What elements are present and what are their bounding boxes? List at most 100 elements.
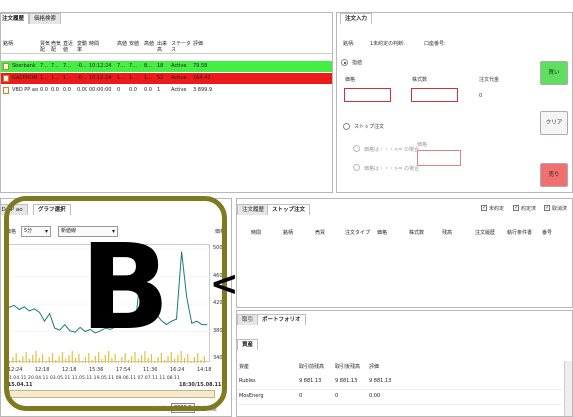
orders-column-header[interactable]: 売買 xyxy=(315,230,325,236)
account-label: 銘柄: xyxy=(343,41,355,47)
orders-column-header[interactable]: 残高 xyxy=(442,230,452,236)
limit-label: 指値 xyxy=(352,60,363,66)
account-value: 1未約定の判断: xyxy=(370,41,405,47)
portfolio-column-header[interactable]: 資産 xyxy=(239,364,249,370)
portfolio-cell: 0.00 xyxy=(369,393,381,399)
quotes-column-header[interactable]: 銘柄 xyxy=(3,41,40,47)
quotes-cell: 0.0 xyxy=(51,87,59,93)
orders-pane: 注文履歴 ストップ注文 ✓ 未約定 ✓ 約定済 ✓ 取消済 時間 銘柄 売買 注文タイ… xyxy=(236,198,573,308)
orders-header-row: 時間 銘柄 売買 注文タイプ 価格 株式数 残高 注文履歴 執行条件書 番号 xyxy=(237,230,572,240)
portfolio-cell: 9 881.13 xyxy=(335,378,358,384)
quotes-cell: 00:00:00 xyxy=(89,87,112,93)
quotes-row[interactable]: GAZPROM ao1...1...1...-0...10:12:241...1… xyxy=(1,73,332,84)
stop-cond1-radio[interactable] xyxy=(353,145,360,152)
portfolio-row[interactable]: Rubles 9 881.13 9 881.13 9 881.13 xyxy=(237,376,562,390)
buy-button[interactable]: 買い xyxy=(540,61,568,85)
cancelled-label: 取消済 xyxy=(552,206,568,212)
quotes-cell: 8... xyxy=(144,63,152,69)
symbol-icon xyxy=(3,87,9,94)
tab-price-search[interactable]: 価格検索 xyxy=(29,13,62,24)
orders-column-header[interactable]: 銘柄 xyxy=(283,230,293,236)
quotes-column-header[interactable]: 売気配 xyxy=(51,41,63,53)
cancelled-checkbox[interactable]: ✓ xyxy=(544,205,550,211)
quotes-cell: 18 xyxy=(157,63,164,69)
quotes-pane: 注文履歴 価格検索 銘柄 買気配 売気配 直近値 変動率 時間 高値 安値 高値 出来高 ステータス… xyxy=(0,12,333,193)
orders-column-header[interactable]: 番号 xyxy=(542,230,552,236)
unfilled-checkbox[interactable]: ✓ xyxy=(481,205,487,211)
quotes-cell: 79.58 xyxy=(193,63,208,69)
quotes-row[interactable]: VBD PP ao0.00.00.00.0000:00:0000.00.01Ac… xyxy=(1,85,332,96)
limit-radio[interactable] xyxy=(341,59,348,66)
quotes-column-header[interactable]: 買気配 xyxy=(40,41,51,53)
quantity-input[interactable] xyxy=(411,88,458,102)
quotes-column-header[interactable]: 評価 xyxy=(193,41,223,47)
price-label: 価格 xyxy=(345,77,356,83)
orders-column-header[interactable]: 注文履歴 xyxy=(475,230,495,236)
orders-column-header[interactable]: 価格 xyxy=(377,230,387,236)
quotes-cell: Active xyxy=(171,87,187,93)
quotes-cell: Sberbank xyxy=(12,63,36,69)
stop-cond2-label: 価格は・・・>= の場合 xyxy=(364,166,419,172)
portfolio-cell: 0 xyxy=(335,393,339,399)
orders-column-header[interactable]: 株式数 xyxy=(409,230,424,236)
orders-column-header[interactable]: 時間 xyxy=(251,230,261,236)
portfolio-cell: Rubles xyxy=(239,378,256,384)
quotes-column-header[interactable]: 直近値 xyxy=(63,41,77,53)
quotes-header-row: 銘柄 買気配 売気配 直近値 変動率 時間 高値 安値 高値 出来高 ステータス 評価 xyxy=(1,40,332,54)
portfolio-row[interactable]: MosEnerg 0 0 0.00 xyxy=(237,391,562,405)
total-value: 0 xyxy=(479,93,483,99)
sell-button[interactable]: 売り xyxy=(540,163,568,187)
quotes-cell: 0 xyxy=(117,87,121,93)
quotes-cell: 0.0 xyxy=(40,87,48,93)
portfolio-column-header[interactable]: 評価 xyxy=(369,364,379,370)
portfolio-scrollbar[interactable] xyxy=(564,361,572,416)
quotes-cell: GAZPROM ao xyxy=(12,75,38,81)
tab-orders[interactable]: 注文履歴 xyxy=(237,204,270,215)
quotes-cell: 0.0 xyxy=(63,87,71,93)
tab-stop-orders[interactable]: ストップ注文 xyxy=(267,204,311,215)
quotes-cell: 7... xyxy=(40,63,48,69)
quotes-cell: 1 xyxy=(157,87,161,93)
quotes-cell: 10:12:24 xyxy=(89,75,112,81)
quotes-cell: -0... xyxy=(77,75,87,81)
portfolio-table: Rubles 9 881.13 9 881.13 9 881.13 MosEnerg 0 0… xyxy=(237,376,562,416)
quotes-column-header[interactable]: 安値 xyxy=(129,41,144,47)
stop-radio[interactable] xyxy=(343,123,350,130)
stop-cond1-label: 価格は・・・<= の場合 xyxy=(364,147,419,153)
clear-button[interactable]: クリア xyxy=(540,111,568,135)
orders-column-header[interactable]: 注文タイプ xyxy=(345,230,370,236)
order-number-label: 口座番号: xyxy=(424,41,446,47)
tab-trades[interactable]: 取引 xyxy=(237,314,259,325)
orders-column-header[interactable]: 執行条件書 xyxy=(507,230,532,236)
tab-order-history[interactable]: 注文履歴 xyxy=(1,13,30,24)
portfolio-cell: 0 xyxy=(299,393,303,399)
stop-cond2-radio[interactable] xyxy=(353,164,360,171)
quotes-cell: 1... xyxy=(129,75,137,81)
price-input[interactable] xyxy=(344,88,391,102)
stop-label: ストップ注文 xyxy=(354,124,385,130)
portfolio-header-row: 資産 取引前残高 取引後残高 評価 xyxy=(237,364,562,374)
tab-assets[interactable]: 資産 xyxy=(237,339,259,350)
quotes-cell: 52 xyxy=(157,75,164,81)
tab-portfolio[interactable]: ポートフォリオ xyxy=(257,314,306,325)
portfolio-cell: MosEnerg xyxy=(239,393,264,399)
quotes-cell: 164.42 xyxy=(193,75,211,81)
quotes-column-header[interactable]: 出来高 xyxy=(157,41,171,53)
quotes-cell: 10:12:24 xyxy=(89,63,112,69)
quotes-column-header[interactable]: 時間 xyxy=(89,41,117,47)
quotes-column-header[interactable]: 変動率 xyxy=(77,41,89,53)
quotes-row[interactable]: Sberbank 7... 7... 7... -0... 10:12:24 7... 7..… xyxy=(1,61,332,72)
filled-checkbox[interactable]: ✓ xyxy=(513,205,519,211)
quotes-column-header[interactable]: 高値 xyxy=(117,41,129,47)
quotes-cell: 1... xyxy=(63,75,71,81)
quotes-column-header[interactable]: ステータス xyxy=(171,41,193,53)
callout-arrow: < xyxy=(210,264,239,304)
quotes-cell: 3 899.9 xyxy=(193,87,213,93)
stop-price-input[interactable] xyxy=(417,150,461,166)
quotes-column-header[interactable]: 高値 xyxy=(144,41,157,47)
portfolio-column-header[interactable]: 取引後残高 xyxy=(335,364,360,370)
quotes-cell: 7... xyxy=(129,63,137,69)
portfolio-column-header[interactable]: 取引前残高 xyxy=(299,364,324,370)
filled-label: 約定済 xyxy=(521,206,537,212)
quotes-cell: 7... xyxy=(51,63,59,69)
